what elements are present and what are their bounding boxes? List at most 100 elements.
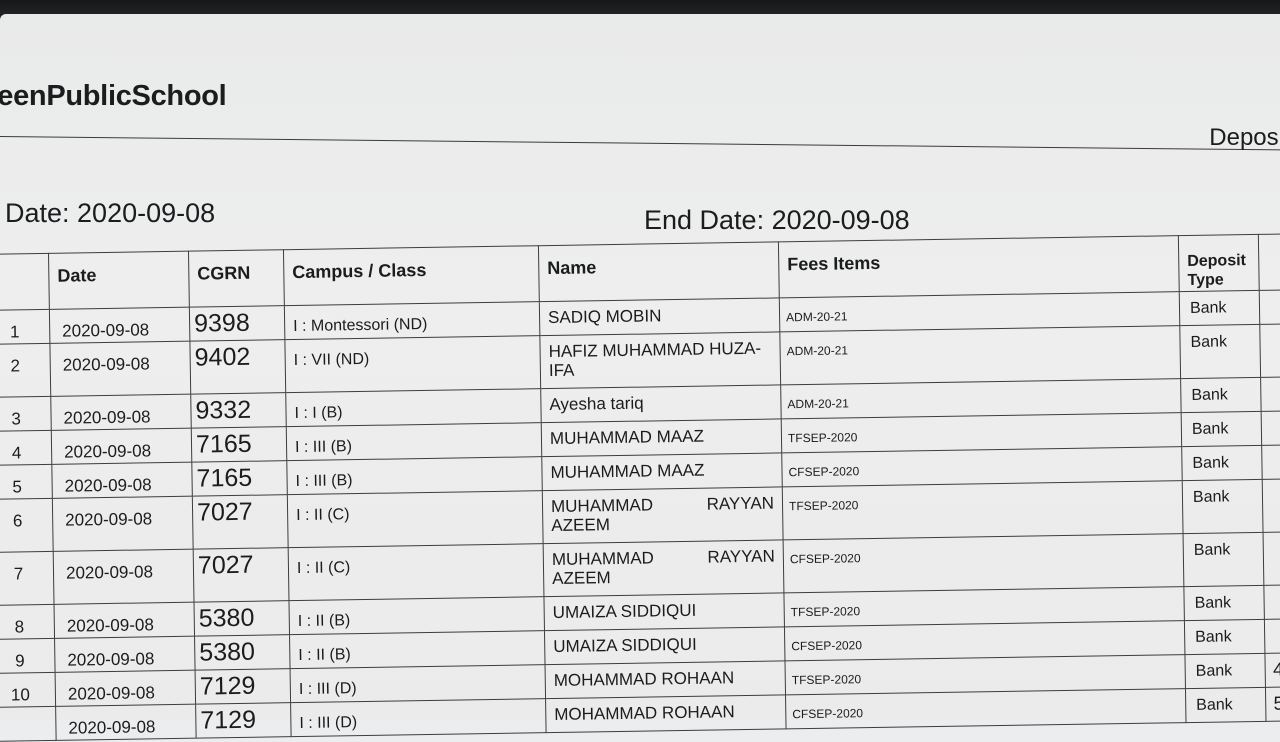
row-amount: [1262, 411, 1280, 418]
row-fee-item: TFSEP-2020: [790, 604, 861, 620]
row-no: 5: [12, 477, 23, 497]
row-fee-item: ADM-20-21: [785, 309, 848, 325]
row-fee-item: CFSEP-2020: [791, 638, 863, 654]
row-name: SADIQ MOBIN: [547, 306, 662, 328]
row-no: 3: [11, 409, 21, 429]
header-divider: [0, 136, 1280, 151]
row-cgrn: 7129: [200, 705, 257, 735]
row-name: HAFIZ MUHAMMAD HUZA-IFA: [548, 338, 762, 381]
row-class: I : III (B): [294, 438, 353, 457]
header-campus-class: Campus / Class: [283, 245, 540, 306]
school-name: aheenPublicSchool: [0, 80, 227, 112]
deposit-table: o Date CGRN Campus / Class Name Fees Ite…: [0, 233, 1280, 742]
row-deposit-type: Bank: [1190, 333, 1228, 351]
row-deposit-type: Bank: [1196, 696, 1233, 714]
row-fee-item: TFSEP-2020: [788, 498, 859, 514]
row-amount: [1260, 290, 1280, 297]
row-no: 9: [15, 651, 25, 671]
row-fee-item: CFSEP-2020: [792, 706, 864, 722]
row-cgrn: 7165: [196, 463, 253, 493]
row-no: 6: [12, 511, 23, 531]
row-fee-item: CFSEP-2020: [788, 464, 860, 480]
row-deposit-type: Bank: [1192, 488, 1230, 506]
row-date: 2020-09-08: [65, 509, 153, 530]
end-date: End Date: 2020-09-08: [644, 205, 910, 235]
row-name: UMAIZA SIDDIQUI: [552, 600, 697, 623]
row-cgrn: 7027: [196, 497, 253, 527]
header-cgrn: CGRN: [188, 249, 285, 308]
row-date: 2020-09-08: [67, 683, 156, 704]
row-name: MUHAMMAD MAAZ: [549, 426, 705, 449]
row-amount: 522: [1273, 693, 1280, 715]
header-date: Date: [48, 251, 190, 310]
header-deposit-type: Deposit Type: [1178, 234, 1260, 292]
row-deposit-type: Bank: [1191, 420, 1229, 438]
row-class: I : III (B): [295, 472, 353, 491]
row-class: I : II (C): [296, 559, 351, 578]
row-cgrn: 7165: [195, 429, 252, 459]
header-fees-items: Fees Items: [778, 235, 1180, 298]
row-cgrn: 9398: [193, 308, 250, 338]
row-cgrn: 5380: [198, 603, 255, 633]
row-deposit-type: Bank: [1189, 299, 1227, 317]
row-date: 2020-09-08: [65, 562, 154, 583]
row-class: I : III (D): [298, 680, 357, 699]
row-deposit-type: Bank: [1195, 628, 1232, 646]
row-class: I : II (B): [297, 612, 351, 631]
row-fee-item: ADM-20-21: [787, 396, 849, 412]
row-no: 1: [9, 322, 20, 342]
row-date: 2020-09-08: [66, 615, 154, 636]
row-no: 8: [14, 617, 25, 637]
row-name: MUHAMMAD RAYYAN AZEEM: [551, 546, 775, 589]
row-no: 7: [13, 564, 24, 584]
header-name: Name: [538, 241, 780, 302]
report-title: Deposi: [1209, 124, 1280, 151]
row-cgrn: 7129: [199, 671, 256, 701]
row-no: 2: [10, 356, 21, 376]
header-amount: [1258, 233, 1280, 291]
row-deposit-type: Bank: [1195, 662, 1233, 680]
row-amount: 4: [1263, 479, 1280, 508]
row-class: I : III (D): [299, 714, 358, 733]
row-no: 10: [10, 685, 31, 705]
row-no: [0, 707, 55, 720]
row-class: I : II (C): [296, 506, 350, 525]
row-date: 2020-09-08: [63, 441, 152, 462]
row-no: 4: [11, 443, 22, 463]
row-amount: [1261, 377, 1280, 384]
row-amount: [1262, 445, 1280, 452]
row-name: Ayesha tariq: [549, 393, 644, 415]
row-date: 2020-09-08: [62, 354, 150, 375]
row-amount: 472: [1272, 659, 1280, 681]
row-class: I : II (B): [298, 646, 351, 665]
row-amount: [1260, 324, 1280, 331]
row-amount: 60: [1265, 619, 1280, 648]
row-deposit-type: Bank: [1194, 594, 1232, 612]
row-amount: 22: [1264, 585, 1280, 614]
row-cgrn: 5380: [199, 637, 256, 667]
row-fee-item: TFSEP-2020: [787, 430, 858, 446]
row-date: 2020-09-08: [67, 649, 155, 670]
row-cgrn: 9332: [195, 395, 252, 425]
row-cgrn: 7027: [197, 550, 254, 580]
row-deposit-type: Bank: [1192, 454, 1230, 472]
row-amount: 6: [1264, 532, 1280, 561]
row-fee-item: TFSEP-2020: [791, 672, 862, 688]
row-fee-item: ADM-20-21: [786, 343, 849, 359]
row-name: UMAIZA SIDDIQUI: [553, 634, 697, 657]
row-fee-item: CFSEP-2020: [789, 551, 861, 567]
row-date: 2020-09-08: [64, 475, 152, 496]
row-class: I : VII (ND): [293, 350, 370, 370]
report-page: aheenPublicSchool Deposi art Date: 2020-…: [0, 14, 1280, 742]
row-name: MUHAMMAD MAAZ: [550, 460, 705, 483]
row-name: MOHAMMAD ROHAAN: [553, 668, 735, 691]
row-class: I : I (B): [294, 404, 343, 423]
row-date: 2020-09-08: [62, 320, 150, 341]
row-deposit-type: Bank: [1191, 386, 1228, 404]
start-date: art Date: 2020-09-08: [0, 198, 216, 228]
row-name: MUHAMMAD RAYYAN AZEEM: [550, 493, 775, 536]
row-cgrn: 9402: [194, 342, 251, 372]
row-class: I : Montessori (ND): [293, 315, 428, 336]
row-deposit-type: Bank: [1193, 541, 1231, 559]
header-no: o: [0, 253, 50, 311]
